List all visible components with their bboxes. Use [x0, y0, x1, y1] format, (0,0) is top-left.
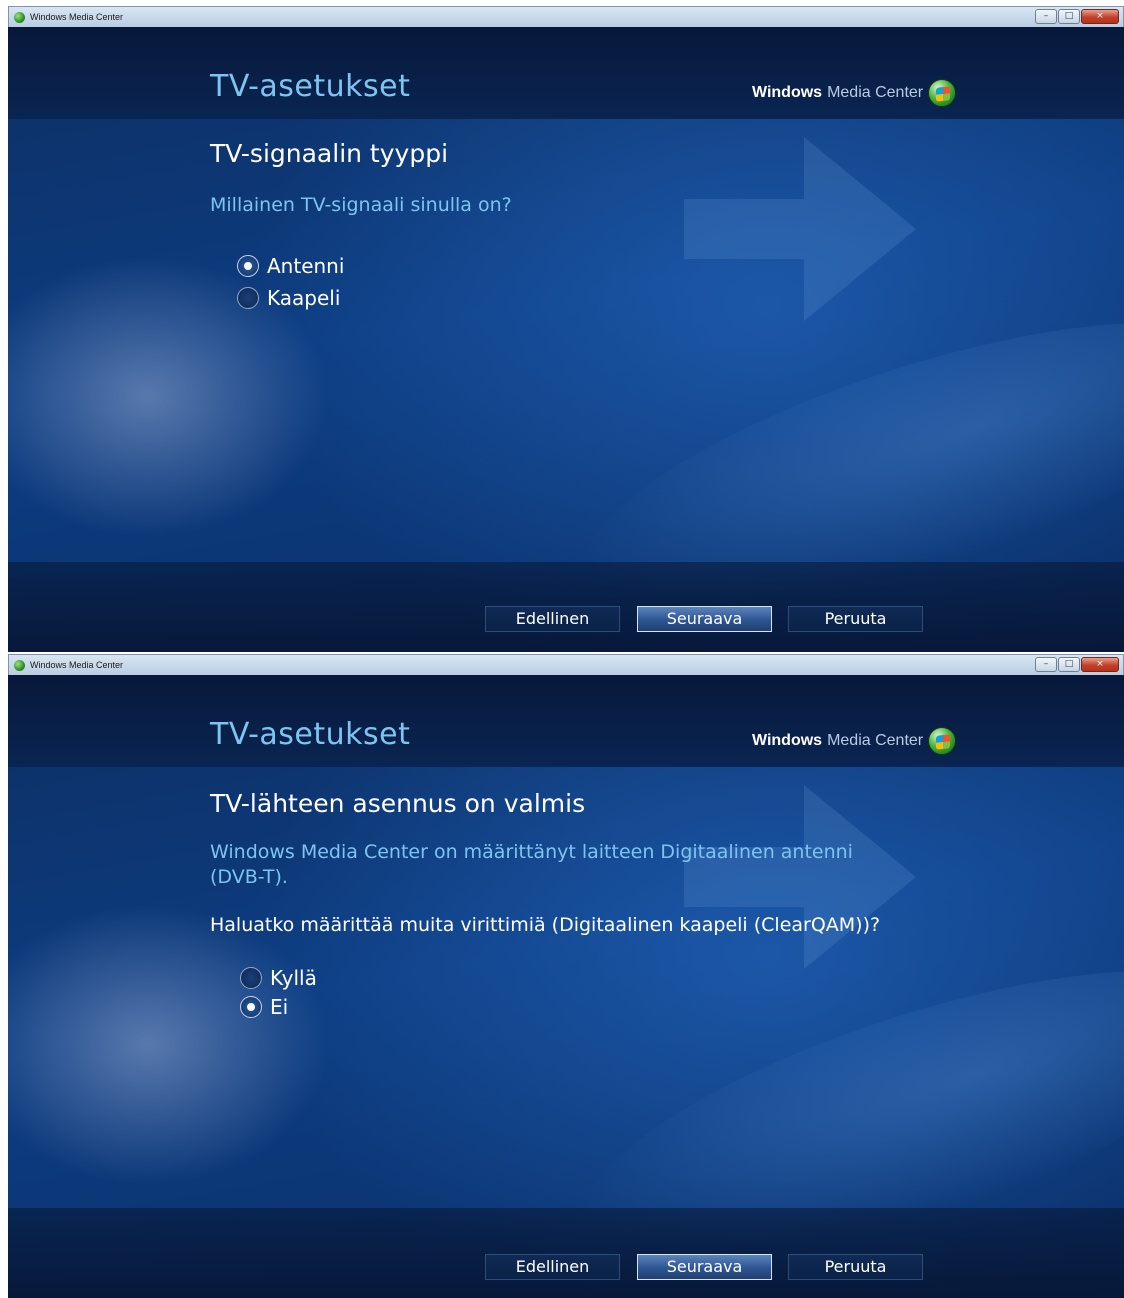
cancel-button[interactable]: Peruuta: [788, 1254, 923, 1280]
brand-logo: Windows Media Center: [752, 79, 957, 107]
maximize-button[interactable]: □: [1058, 657, 1080, 672]
header-band: [8, 675, 1124, 767]
radio-option-ei[interactable]: Ei: [240, 995, 288, 1019]
close-button[interactable]: ×: [1081, 657, 1119, 672]
radio-button-unchecked[interactable]: [240, 967, 262, 989]
radio-option-kaapeli[interactable]: Kaapeli: [237, 286, 340, 310]
back-button[interactable]: Edellinen: [485, 1254, 620, 1280]
brand-text-windows: Windows: [752, 84, 823, 101]
radio-button-checked[interactable]: [237, 255, 259, 277]
next-button[interactable]: Seuraava: [637, 1254, 772, 1280]
info-line-2: (DVB-T).: [210, 866, 288, 888]
radio-option-antenni[interactable]: Antenni: [237, 254, 344, 278]
radio-button-checked[interactable]: [240, 996, 262, 1018]
wizard-content: TV-asetukset Windows Media Center TV-läh…: [8, 675, 1124, 1298]
section-title: TV-lähteen asennus on valmis: [210, 789, 586, 818]
close-button[interactable]: ×: [1081, 9, 1119, 24]
arrow-decoration-icon: [684, 137, 916, 321]
minimize-button[interactable]: –: [1035, 9, 1057, 24]
header-band: [8, 27, 1124, 119]
page-title: TV-asetukset: [210, 717, 411, 752]
brand-text-windows: Windows: [752, 732, 823, 749]
prompt-text: Haluatko määrittää muita virittimiä (Dig…: [210, 914, 881, 936]
media-center-app-icon: [14, 659, 25, 671]
radio-button-unchecked[interactable]: [237, 287, 259, 309]
title-bar[interactable]: Windows Media Center – □ ×: [8, 6, 1124, 27]
brand-logo: Windows Media Center: [752, 727, 957, 755]
next-button[interactable]: Seuraava: [637, 606, 772, 632]
info-line-1: Windows Media Center on määrittänyt lait…: [210, 841, 853, 863]
radio-label: Antenni: [267, 254, 345, 278]
question-text: Millainen TV-signaali sinulla on?: [210, 194, 512, 216]
arrow-decoration-icon: [684, 785, 916, 969]
media-center-window-signal-type: Windows Media Center – □ × TV-asetukset …: [8, 6, 1124, 652]
brand-text-media-center: Media Center: [827, 84, 924, 101]
radio-option-kylla[interactable]: Kyllä: [240, 966, 317, 990]
media-center-window-setup-complete: Windows Media Center – □ × TV-asetukset …: [8, 654, 1124, 1298]
title-bar[interactable]: Windows Media Center – □ ×: [8, 654, 1124, 675]
window-title: Windows Media Center: [30, 12, 124, 22]
media-center-app-icon: [14, 11, 25, 23]
minimize-button[interactable]: –: [1035, 657, 1057, 672]
brand-text-media-center: Media Center: [827, 732, 924, 749]
window-title: Windows Media Center: [30, 660, 124, 670]
maximize-button[interactable]: □: [1058, 9, 1080, 24]
windows-orb-icon: [928, 79, 957, 107]
radio-label: Kaapeli: [267, 286, 341, 310]
radio-label: Kyllä: [270, 966, 317, 990]
radio-label: Ei: [270, 995, 289, 1019]
footer-band: [8, 1208, 1124, 1298]
cancel-button[interactable]: Peruuta: [788, 606, 923, 632]
section-title: TV-signaalin tyyppi: [210, 139, 449, 168]
windows-orb-icon: [928, 727, 957, 755]
page-title: TV-asetukset: [210, 69, 411, 104]
back-button[interactable]: Edellinen: [485, 606, 620, 632]
wizard-content: TV-asetukset Windows Media Center TV-sig…: [8, 27, 1124, 652]
